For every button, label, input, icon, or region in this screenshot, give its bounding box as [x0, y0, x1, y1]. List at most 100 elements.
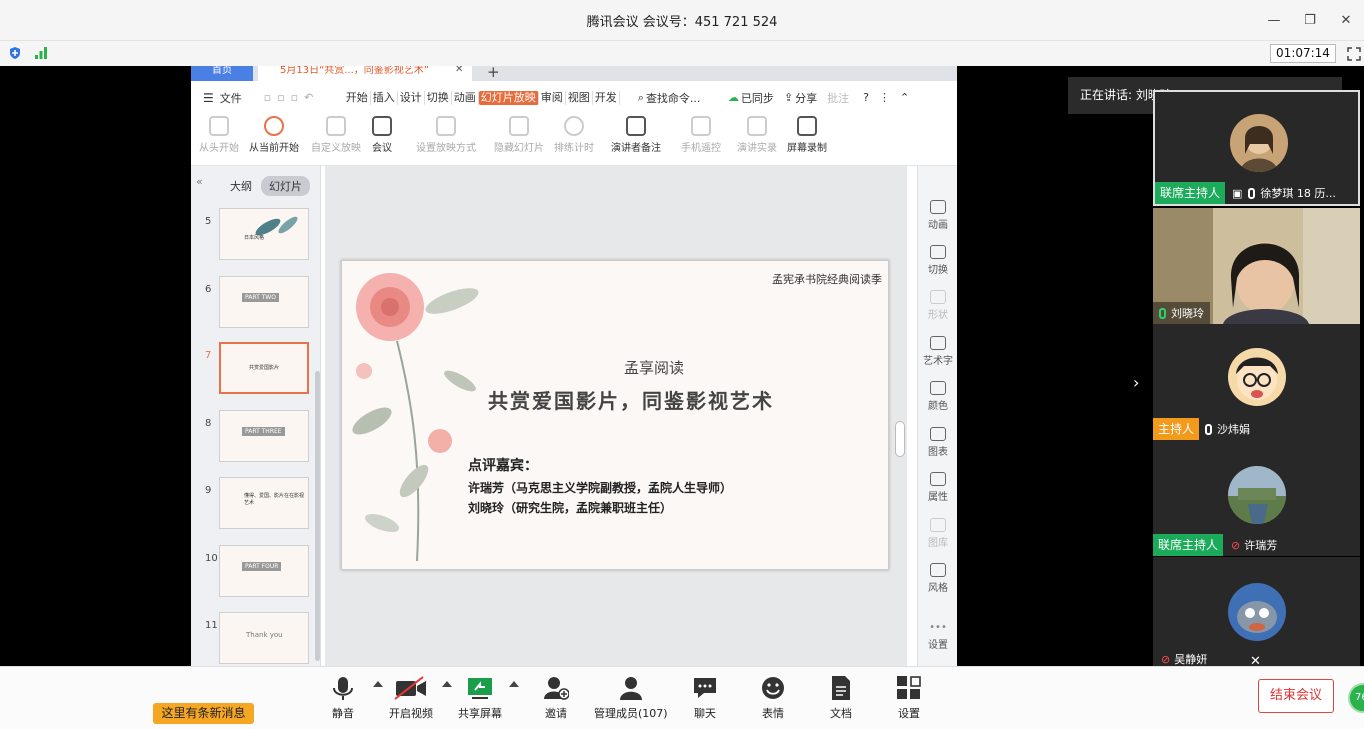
- participant-video[interactable]: 刘晓玲: [1153, 208, 1360, 324]
- new-tab-icon[interactable]: +: [487, 66, 500, 81]
- expand-gallery-icon[interactable]: ›: [1133, 373, 1139, 392]
- mute-button[interactable]: 静音: [330, 675, 356, 721]
- tool-shape[interactable]: 形状: [918, 290, 957, 321]
- participant-tile[interactable]: ⊘ 吴静妍: [1153, 557, 1360, 666]
- tool-chart[interactable]: 图表: [918, 427, 957, 458]
- ribbon-from-start[interactable]: 从头开始: [199, 116, 239, 154]
- slide-canvas[interactable]: 孟宪承书院经典阅读季 孟享阅读 共赏爱国影片，同鉴影视艺术 点评嘉宾： 许瑞芳（…: [325, 166, 907, 666]
- invite-button[interactable]: 邀请: [543, 675, 570, 721]
- help-icon[interactable]: ?: [863, 91, 869, 104]
- ribbon-hide-slide[interactable]: 隐藏幻灯片: [494, 116, 544, 154]
- tool-settings[interactable]: ••• 设置: [918, 622, 957, 651]
- tab-document[interactable]: 5月13日“共赏...，同鉴影视艺术” ✕: [258, 66, 472, 81]
- participant-tile[interactable]: 联席主持人 ⊘ 许瑞芳: [1153, 440, 1360, 556]
- menu-icon[interactable]: ☰: [203, 91, 214, 105]
- share-options-arrow[interactable]: [509, 681, 519, 687]
- menu-developer[interactable]: 开发: [593, 90, 620, 105]
- tool-transition[interactable]: 切换: [918, 245, 957, 276]
- menu-transition[interactable]: 切换: [425, 90, 452, 105]
- ribbon-phone-remote[interactable]: 手机遥控: [681, 116, 721, 154]
- share-button[interactable]: 分享: [795, 90, 817, 106]
- minimize-icon[interactable]: —: [1256, 13, 1292, 28]
- title-bar: 腾讯会议 会议号：451 721 524 — ❐ ✕: [0, 0, 1364, 40]
- ribbon-screen-record[interactable]: 屏幕录制: [787, 116, 827, 154]
- wordart-icon: [930, 336, 946, 350]
- ribbon-speaker-notes[interactable]: 演讲者备注: [611, 116, 661, 154]
- video-options-arrow[interactable]: [442, 681, 452, 687]
- file-menu[interactable]: 文件: [220, 90, 242, 106]
- network-badge[interactable]: 76: [1348, 683, 1364, 713]
- menu-review[interactable]: 审阅: [539, 90, 566, 105]
- participant-tile[interactable]: 联席主持人 ▣ 徐梦琪 18 历...: [1153, 90, 1360, 206]
- sync-icon[interactable]: ☁: [728, 91, 739, 104]
- slide-thumbnail[interactable]: PART TWO: [219, 276, 309, 328]
- search-icon[interactable]: ⌕: [638, 91, 644, 105]
- slide-thumbnail[interactable]: 懂得、爱国、影片在在影视艺术: [219, 477, 309, 529]
- tab-document-label: 5月13日“共赏...，同鉴影视艺术”: [280, 66, 429, 76]
- share-screen-button[interactable]: 共享屏幕: [458, 675, 502, 721]
- sync-status[interactable]: 已同步: [741, 90, 774, 106]
- panel-collapse-icon[interactable]: «: [196, 175, 203, 188]
- chat-icon: [692, 675, 718, 701]
- menu-view[interactable]: 视图: [566, 90, 593, 105]
- ribbon-from-current[interactable]: 从当前开始: [249, 116, 299, 154]
- signal-icon[interactable]: [34, 46, 48, 60]
- comment-button[interactable]: 批注: [827, 90, 849, 106]
- tool-style[interactable]: 风格: [918, 563, 957, 594]
- slide-thumbnail-selected[interactable]: 共赏爱国影片: [219, 342, 309, 394]
- tool-properties[interactable]: 属性: [918, 472, 957, 503]
- video-button[interactable]: 开启视频: [389, 675, 433, 721]
- thumbnail-text: 日本风格: [244, 235, 265, 241]
- settings-button[interactable]: 设置: [896, 675, 922, 721]
- tool-animation[interactable]: 动画: [918, 200, 957, 231]
- emoji-button[interactable]: 表情: [760, 675, 786, 721]
- slide-thumbnail[interactable]: Thank you: [219, 612, 309, 664]
- tab-home[interactable]: 首页: [191, 66, 253, 81]
- tool-gallery[interactable]: 图库: [918, 518, 957, 549]
- participant-tile[interactable]: 主持人 沙炜娟: [1153, 324, 1360, 440]
- slide-thumbnail[interactable]: 日本风格: [219, 208, 309, 260]
- close-icon[interactable]: ✕: [1328, 13, 1364, 28]
- microphone-active-icon: [1159, 307, 1166, 319]
- notes-icon: [626, 116, 646, 136]
- end-meeting-button[interactable]: 结束会议: [1258, 679, 1334, 713]
- fullscreen-icon[interactable]: [1347, 47, 1361, 61]
- shared-screen[interactable]: 首页 5月13日“共赏...，同鉴影视艺术” ✕ + ☰ 文件 ▫▫▫↶ 开始 …: [191, 66, 957, 666]
- mute-options-arrow[interactable]: [373, 681, 383, 687]
- menu-animation[interactable]: 动画: [452, 90, 479, 105]
- canvas-scrollbar[interactable]: [895, 421, 905, 457]
- avatar: [1228, 583, 1286, 641]
- menu-slideshow[interactable]: 幻灯片放映: [478, 90, 539, 105]
- slide-thumbnail[interactable]: PART THREE: [219, 410, 309, 462]
- more-icon[interactable]: ⋮: [879, 91, 890, 104]
- slides-tab[interactable]: 幻灯片: [261, 176, 310, 196]
- new-message-notice[interactable]: 这里有条新消息: [153, 703, 254, 724]
- menu-insert[interactable]: 插入: [371, 90, 398, 105]
- collapse-icon[interactable]: ⌃: [900, 91, 909, 104]
- meeting-icon: [372, 116, 392, 136]
- outline-tab[interactable]: 大纲: [230, 178, 252, 194]
- video-off-icon: [393, 675, 429, 701]
- ribbon-rehearse[interactable]: 排练计时: [554, 116, 594, 154]
- chat-button[interactable]: 聊天: [692, 675, 718, 721]
- current-slide[interactable]: 孟宪承书院经典阅读季 孟享阅读 共赏爱国影片，同鉴影视艺术 点评嘉宾： 许瑞芳（…: [341, 260, 889, 570]
- menu-design[interactable]: 设计: [398, 90, 425, 105]
- shield-icon[interactable]: [8, 46, 22, 60]
- panel-scrollbar[interactable]: [315, 371, 320, 661]
- manage-members-button[interactable]: 管理成员(107): [594, 675, 668, 721]
- chart-icon: [930, 427, 946, 441]
- tool-wordart[interactable]: 艺术字: [918, 336, 957, 367]
- ribbon-custom-show[interactable]: 自定义放映: [311, 116, 361, 154]
- command-search[interactable]: 查找命令...: [646, 90, 728, 106]
- slide-thumbnail[interactable]: PART FOUR: [219, 545, 309, 597]
- tool-color[interactable]: 颜色: [918, 381, 957, 412]
- ribbon-show-settings[interactable]: 设置放映方式: [416, 116, 476, 154]
- documents-button[interactable]: 文档: [828, 675, 854, 721]
- menu-start[interactable]: 开始: [344, 90, 371, 105]
- slide-number: 8: [205, 418, 212, 429]
- ribbon-meeting[interactable]: 会议: [372, 116, 392, 154]
- ribbon-record-lecture[interactable]: 演讲实录: [737, 116, 777, 154]
- restore-icon[interactable]: ❐: [1292, 13, 1328, 28]
- tab-close-icon[interactable]: ✕: [455, 66, 463, 75]
- share-icon[interactable]: ⇪: [784, 91, 793, 104]
